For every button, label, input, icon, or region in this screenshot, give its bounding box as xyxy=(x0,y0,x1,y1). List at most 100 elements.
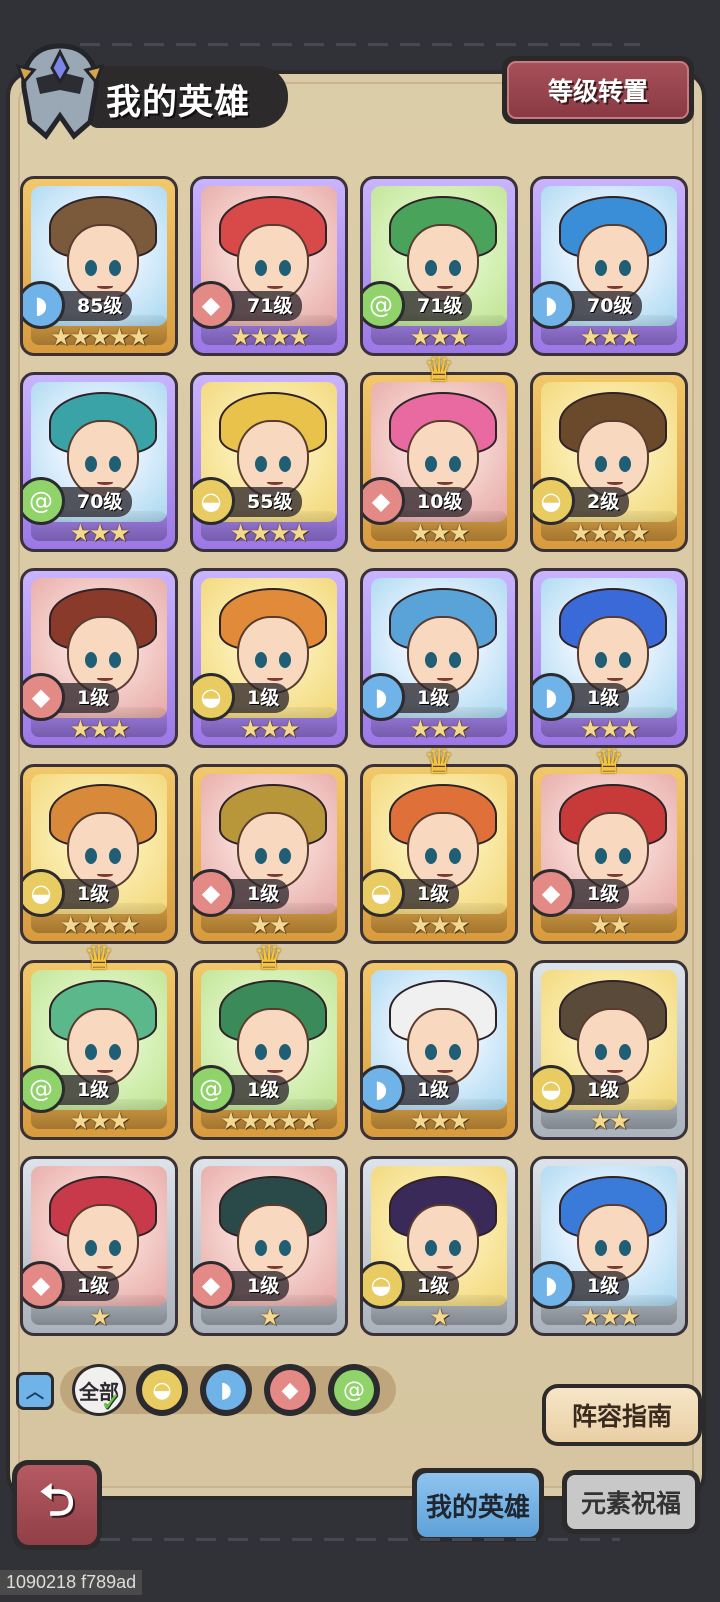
hero-card[interactable]: 1级 ◆ ★★★ xyxy=(20,568,178,748)
hero-card[interactable]: 1级 ◒ ★ xyxy=(360,1156,518,1336)
hero-mouth xyxy=(437,480,453,485)
hero-eye xyxy=(619,1044,631,1060)
hero-card[interactable]: 1级 ◒ ★★★ xyxy=(190,568,348,748)
crown-icon: ♛ xyxy=(253,938,285,978)
hero-mouth xyxy=(97,1068,113,1073)
hero-mouth xyxy=(97,284,113,289)
hero-mouth xyxy=(607,284,623,289)
tab-element-blessing[interactable]: 元素祝福 xyxy=(562,1470,700,1534)
hero-eye xyxy=(279,456,291,472)
hero-level: 2级 xyxy=(569,487,630,517)
hero-card[interactable]: 1级 ◒ ★★★ xyxy=(360,764,518,944)
hero-mouth xyxy=(97,480,113,485)
hero-eye xyxy=(425,1044,437,1060)
hero-card[interactable]: 1级 ◒ ★★ xyxy=(530,960,688,1140)
hero-eye xyxy=(279,652,291,668)
crown-icon: ♛ xyxy=(83,938,115,978)
chevron-up-icon[interactable]: ︿ xyxy=(16,1372,54,1410)
hero-mouth xyxy=(607,480,623,485)
hero-card[interactable]: 55级 ◒ ★★★★ xyxy=(190,372,348,552)
hero-card[interactable]: 70级 @ ★★★ xyxy=(20,372,178,552)
hero-eye xyxy=(619,1240,631,1256)
tab-my-heroes-label: 我的英雄 xyxy=(417,1473,539,1537)
hero-eye xyxy=(255,652,267,668)
filter-fire-button[interactable]: ◆ xyxy=(264,1364,316,1416)
hero-card[interactable]: 1级 ◒ ★★★★ xyxy=(20,764,178,944)
hero-level: 71级 xyxy=(229,291,303,321)
hero-eye xyxy=(279,260,291,276)
hero-eye xyxy=(85,1240,97,1256)
page-title: 我的英雄 xyxy=(106,83,251,122)
check-icon: ✓ xyxy=(100,1388,122,1418)
hero-eye xyxy=(255,1240,267,1256)
hero-eye xyxy=(595,260,607,276)
hero-mouth xyxy=(267,1264,283,1269)
hero-eye xyxy=(425,848,437,864)
hero-mouth xyxy=(267,676,283,681)
filter-earth-button[interactable]: ◒ xyxy=(136,1364,188,1416)
back-button[interactable]: ⮌ xyxy=(12,1460,102,1550)
hero-mouth xyxy=(607,1068,623,1073)
crown-icon: ♛ xyxy=(593,742,625,782)
hero-eye xyxy=(85,456,97,472)
hero-level: 1级 xyxy=(229,1271,290,1301)
hero-card[interactable]: 1级 ◗ ★★★ xyxy=(530,1156,688,1336)
hero-mouth xyxy=(437,872,453,877)
water-element-icon: ◗ xyxy=(206,1370,246,1410)
hero-card[interactable]: 85级 ◗ ★★★★★ xyxy=(20,176,178,356)
hero-card[interactable]: 1级 ◆ ★ xyxy=(190,1156,348,1336)
hero-level: 1级 xyxy=(399,879,460,909)
level-reset-label: 等级转置 xyxy=(507,61,689,119)
hero-eye xyxy=(279,848,291,864)
hero-level: 1级 xyxy=(59,1075,120,1105)
lineup-guide-button[interactable]: 阵容指南 xyxy=(542,1384,702,1446)
filter-water-button[interactable]: ◗ xyxy=(200,1364,252,1416)
hero-eye xyxy=(109,456,121,472)
hero-level: 1级 xyxy=(399,1271,460,1301)
hero-eye xyxy=(595,1044,607,1060)
hero-mouth xyxy=(607,1264,623,1269)
hero-card[interactable]: 71级 ◆ ★★★★ xyxy=(190,176,348,356)
hero-eye xyxy=(85,848,97,864)
crown-icon: ♛ xyxy=(423,742,455,782)
hero-card[interactable]: 1级 @ ★★★ xyxy=(20,960,178,1140)
hero-eye xyxy=(255,260,267,276)
hero-card[interactable]: 1级 ◆ ★★ xyxy=(530,764,688,944)
hero-eye xyxy=(109,652,121,668)
hero-card[interactable]: 10级 ◆ ★★★ xyxy=(360,372,518,552)
hero-card[interactable]: 1级 ◗ ★★★ xyxy=(530,568,688,748)
crown-icon: ♛ xyxy=(423,350,455,390)
hero-card[interactable]: 70级 ◗ ★★★ xyxy=(530,176,688,356)
hero-eye xyxy=(619,260,631,276)
hero-card[interactable]: 1级 ◆ ★ xyxy=(20,1156,178,1336)
hero-mouth xyxy=(267,1068,283,1073)
hero-eye xyxy=(619,652,631,668)
hero-level: 1级 xyxy=(569,1271,630,1301)
hero-mouth xyxy=(607,872,623,877)
hero-eye xyxy=(449,848,461,864)
filter-wind-button[interactable]: @ xyxy=(328,1364,380,1416)
hero-card[interactable]: 1级 ◗ ★★★ xyxy=(360,960,518,1140)
hero-card[interactable]: 71级 @ ★★★ xyxy=(360,176,518,356)
hero-mouth xyxy=(97,676,113,681)
hero-card[interactable]: 1级 ◗ ★★★ xyxy=(360,568,518,748)
hero-card[interactable]: 2级 ◒ ★★★★ xyxy=(530,372,688,552)
hero-level: 1级 xyxy=(569,1075,630,1105)
hero-eye xyxy=(449,652,461,668)
hero-level: 1级 xyxy=(569,879,630,909)
hero-eye xyxy=(425,260,437,276)
screen: 我的英雄 等级转置 85级 ◗ ★★★★★ 71级 ◆ ★★★★ 71级 @ ★★★ 70级 ◗ ★★… xyxy=(0,0,720,1602)
hero-eye xyxy=(425,1240,437,1256)
hero-eye xyxy=(109,1240,121,1256)
hero-mouth xyxy=(437,1068,453,1073)
hero-level: 1级 xyxy=(399,1075,460,1105)
tab-my-heroes[interactable]: 我的英雄 xyxy=(412,1468,544,1542)
hero-card[interactable]: 1级 ◆ ★★ xyxy=(190,764,348,944)
tab-element-blessing-label: 元素祝福 xyxy=(567,1475,695,1529)
hero-eye xyxy=(449,456,461,472)
fire-element-icon: ◆ xyxy=(270,1370,310,1410)
level-reset-button[interactable]: 等级转置 xyxy=(502,56,694,124)
hero-eye xyxy=(449,260,461,276)
hero-eye xyxy=(595,848,607,864)
hero-card[interactable]: 1级 @ ★★★★★ xyxy=(190,960,348,1140)
